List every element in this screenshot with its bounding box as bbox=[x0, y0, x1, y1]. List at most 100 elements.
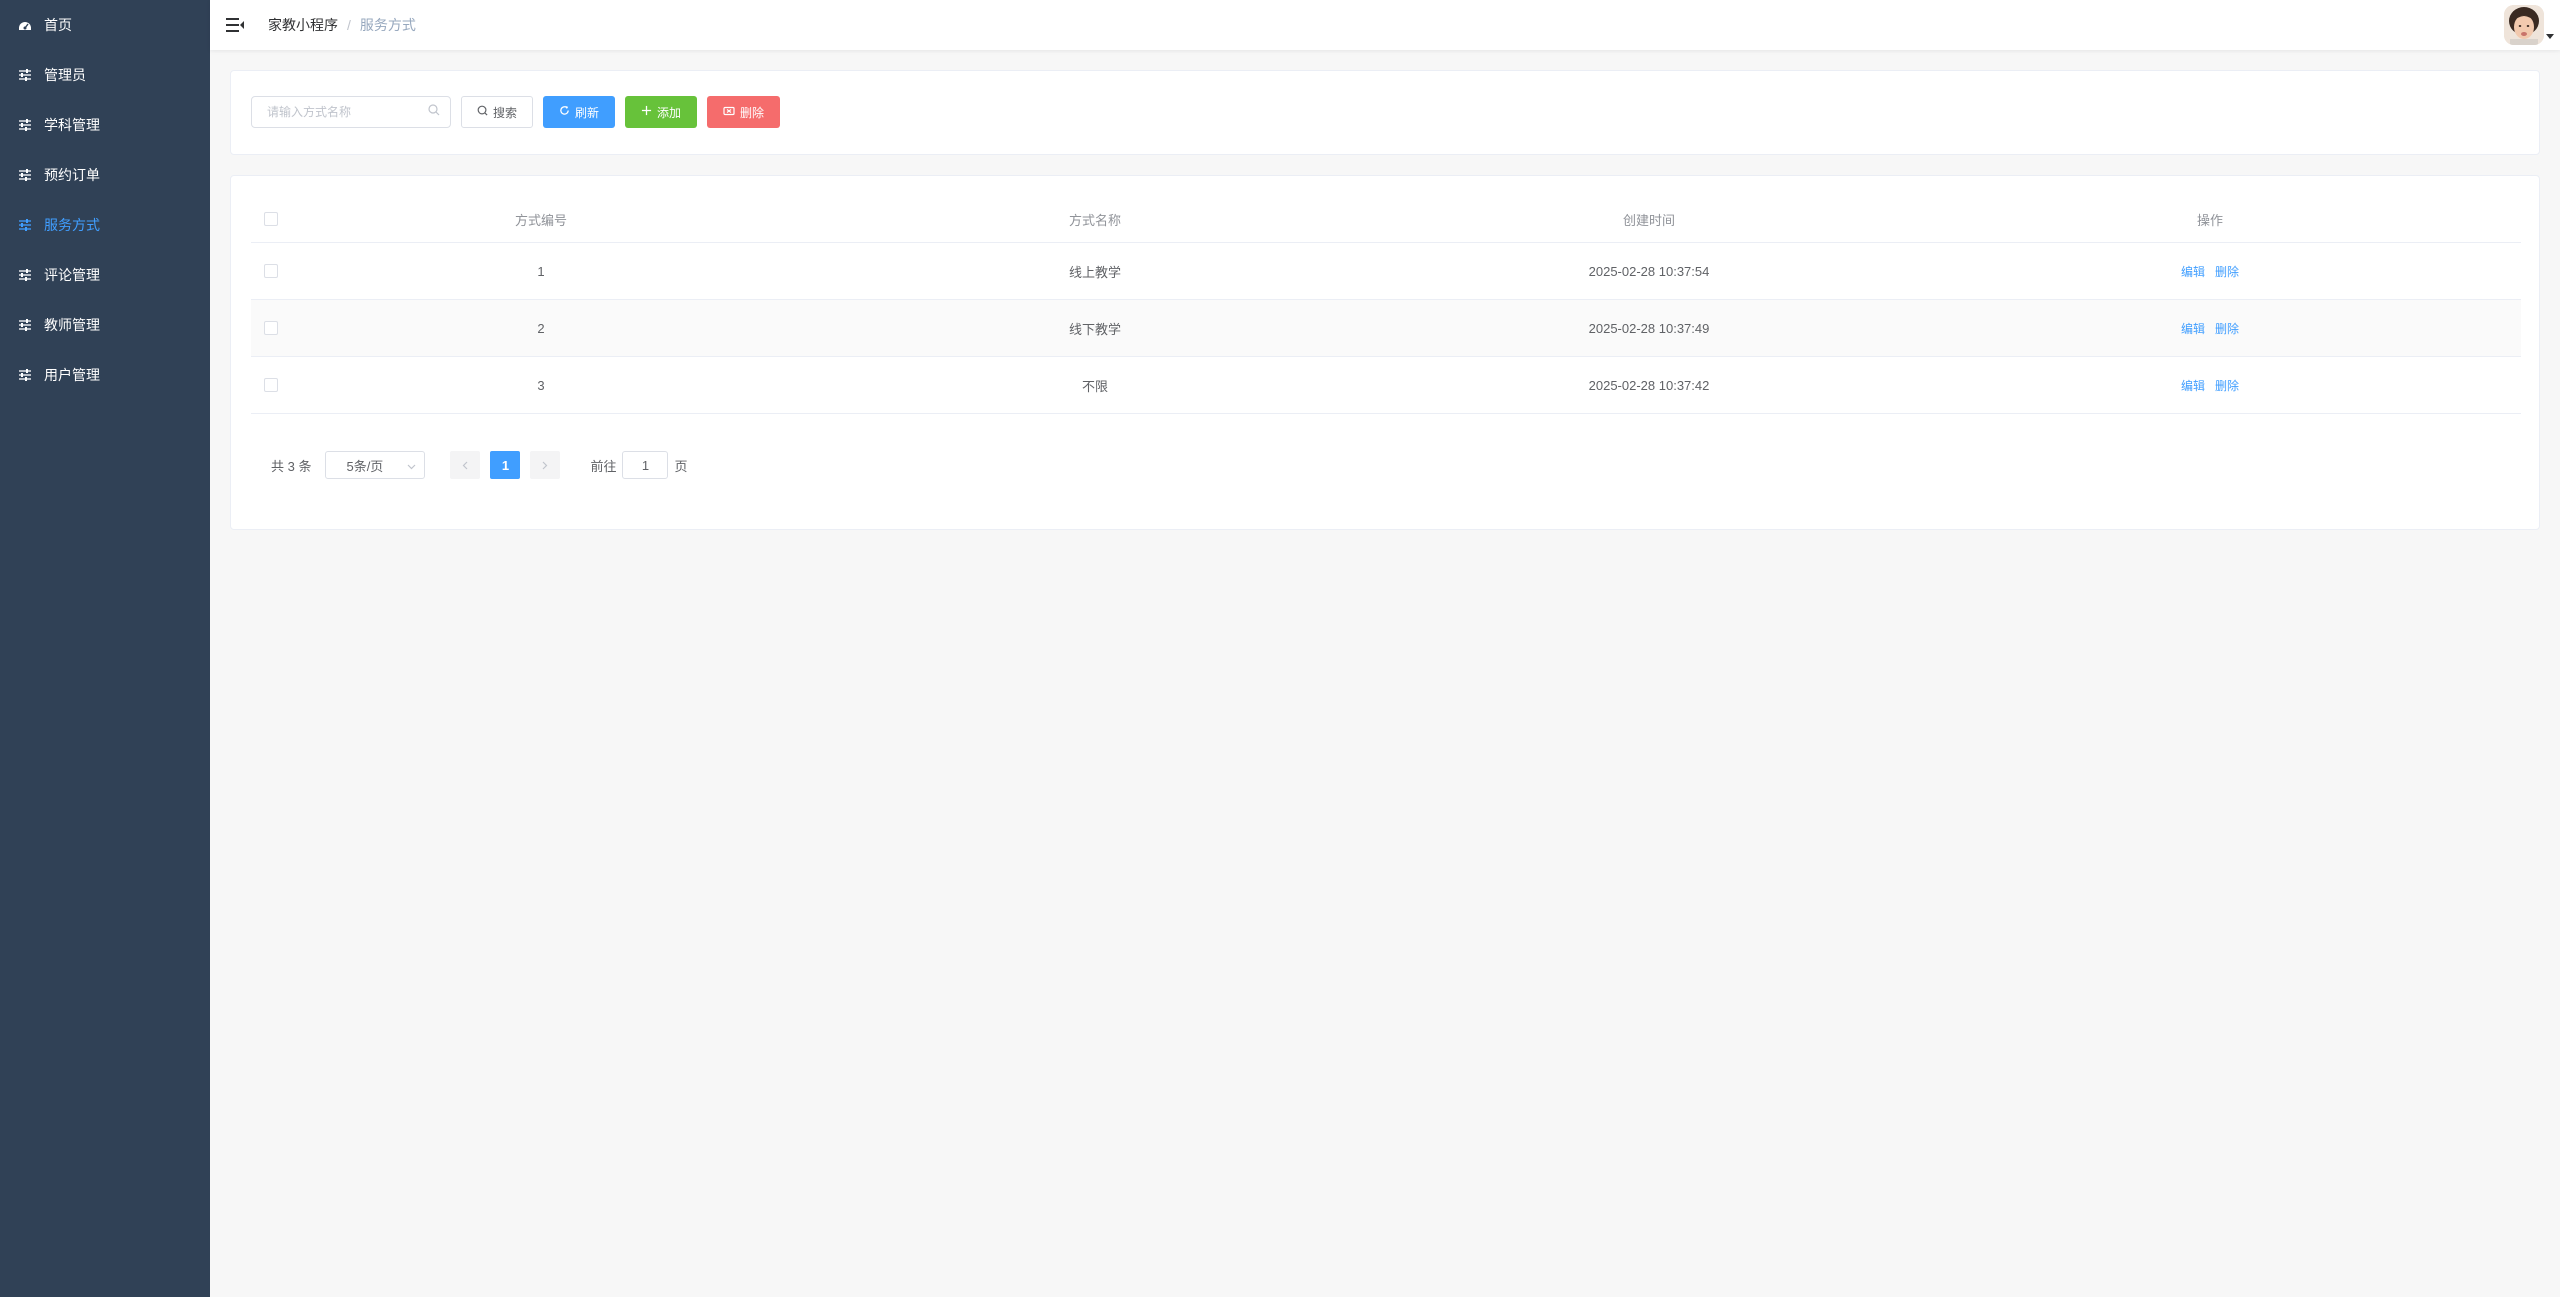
table-row: 1 线上教学 2025-02-28 10:37:54 编辑 删除 bbox=[251, 243, 2521, 300]
row-select-cell bbox=[251, 378, 291, 392]
sidebar-item-comments[interactable]: 评论管理 bbox=[0, 250, 210, 300]
column-header-id: 方式编号 bbox=[514, 212, 567, 228]
select-all-cell bbox=[251, 212, 291, 226]
sidebar-item-label: 用户管理 bbox=[44, 367, 100, 383]
goto-page-input[interactable] bbox=[622, 451, 669, 479]
delete-link[interactable]: 删除 bbox=[2215, 263, 2239, 280]
table-header: 方式编号 方式名称 创建时间 操作 bbox=[251, 196, 2521, 243]
page-jumper: 前往 页 bbox=[590, 451, 688, 479]
page-suffix-label: 页 bbox=[674, 458, 688, 474]
dashboard-icon bbox=[18, 18, 32, 32]
column-header-name: 方式名称 bbox=[1068, 212, 1121, 228]
sidebar-item-subjects[interactable]: 学科管理 bbox=[0, 100, 210, 150]
sliders-icon bbox=[18, 268, 32, 282]
top-navbar: 家教小程序 / 服务方式 bbox=[210, 0, 2560, 50]
row-select-cell bbox=[251, 321, 291, 335]
delete-link[interactable]: 删除 bbox=[2215, 320, 2239, 337]
chevron-left-icon bbox=[462, 458, 468, 473]
sidebar-item-home[interactable]: 首页 bbox=[0, 0, 210, 50]
refresh-button-label: 刷新 bbox=[575, 105, 600, 120]
refresh-icon bbox=[559, 105, 575, 119]
row-checkbox[interactable] bbox=[264, 378, 278, 392]
delete-button-label: 删除 bbox=[740, 105, 765, 120]
page-number-current[interactable]: 1 bbox=[490, 451, 521, 479]
sliders-icon bbox=[18, 318, 32, 332]
sliders-icon bbox=[18, 218, 32, 232]
edit-link[interactable]: 编辑 bbox=[2181, 263, 2205, 280]
sliders-icon bbox=[18, 368, 32, 382]
sidebar-item-orders[interactable]: 预约订单 bbox=[0, 150, 210, 200]
sidebar-item-service-modes[interactable]: 服务方式 bbox=[0, 200, 210, 250]
search-button-label: 搜索 bbox=[493, 105, 518, 120]
cell-id: 2 bbox=[537, 320, 545, 336]
column-header-created: 创建时间 bbox=[1622, 212, 1675, 228]
add-button[interactable]: 添加 bbox=[625, 96, 698, 128]
chevron-right-icon bbox=[542, 458, 548, 473]
edit-link[interactable]: 编辑 bbox=[2181, 320, 2205, 337]
breadcrumb-current: 服务方式 bbox=[359, 17, 416, 33]
sidebar-item-users[interactable]: 用户管理 bbox=[0, 350, 210, 400]
breadcrumb-root[interactable]: 家教小程序 bbox=[268, 15, 338, 35]
sidebar-item-label: 学科管理 bbox=[44, 117, 100, 133]
table-row: 2 线下教学 2025-02-28 10:37:49 编辑 删除 bbox=[251, 300, 2521, 357]
prev-page-button[interactable] bbox=[450, 451, 481, 479]
search-icon bbox=[477, 105, 493, 119]
search-panel: 搜索 刷新 添加 删除 bbox=[230, 70, 2540, 155]
cell-name: 不限 bbox=[1081, 378, 1108, 394]
row-select-cell bbox=[251, 264, 291, 278]
sidebar-item-label: 首页 bbox=[44, 17, 72, 33]
sidebar-item-label: 评论管理 bbox=[44, 267, 100, 283]
data-table: 方式编号 方式名称 创建时间 操作 1 线上教学 2025-02-28 10:3… bbox=[251, 196, 2521, 414]
sidebar-item-label: 管理员 bbox=[44, 67, 86, 83]
sidebar-item-label: 服务方式 bbox=[44, 217, 100, 233]
add-button-label: 添加 bbox=[657, 105, 682, 120]
row-checkbox[interactable] bbox=[264, 264, 278, 278]
cell-id: 1 bbox=[537, 263, 545, 279]
cell-actions: 编辑 删除 bbox=[1899, 263, 2521, 280]
select-all-checkbox[interactable] bbox=[264, 212, 278, 226]
cell-id: 3 bbox=[537, 377, 545, 393]
cell-actions: 编辑 删除 bbox=[1899, 320, 2521, 337]
search-icon[interactable] bbox=[428, 103, 440, 121]
sidebar-item-label: 教师管理 bbox=[44, 317, 100, 333]
caret-down-icon[interactable] bbox=[2546, 33, 2554, 39]
cell-created: 2025-02-28 10:37:42 bbox=[1588, 377, 1710, 393]
search-input[interactable] bbox=[267, 105, 428, 119]
sidebar-item-label: 预约订单 bbox=[44, 167, 100, 183]
row-checkbox[interactable] bbox=[264, 321, 278, 335]
sidebar-item-admin[interactable]: 管理员 bbox=[0, 50, 210, 100]
refresh-button[interactable]: 刷新 bbox=[543, 96, 616, 128]
user-menu[interactable] bbox=[2504, 0, 2560, 50]
goto-label: 前往 bbox=[590, 458, 617, 474]
avatar[interactable] bbox=[2504, 5, 2544, 45]
sliders-icon bbox=[18, 68, 32, 82]
batch-delete-button[interactable]: 删除 bbox=[707, 96, 781, 128]
chevron-down-icon bbox=[407, 458, 416, 473]
search-field[interactable] bbox=[251, 96, 451, 128]
page-size-value: 5条/页 bbox=[346, 458, 384, 474]
page-size-select[interactable]: 5条/页 bbox=[325, 451, 426, 479]
cell-name: 线上教学 bbox=[1068, 264, 1121, 280]
breadcrumb: 家教小程序 / 服务方式 bbox=[268, 15, 416, 35]
delete-icon bbox=[723, 105, 740, 119]
plus-icon bbox=[641, 105, 657, 119]
cell-created: 2025-02-28 10:37:54 bbox=[1588, 263, 1710, 279]
column-header-actions: 操作 bbox=[2196, 212, 2223, 228]
breadcrumb-separator: / bbox=[347, 17, 351, 33]
sidebar-item-teachers[interactable]: 教师管理 bbox=[0, 300, 210, 350]
table-panel: 方式编号 方式名称 创建时间 操作 1 线上教学 2025-02-28 10:3… bbox=[230, 175, 2540, 530]
cell-created: 2025-02-28 10:37:49 bbox=[1588, 320, 1710, 336]
pagination: 共 3 条 5条/页 1 前往 页 bbox=[271, 451, 688, 479]
hamburger-menu-icon[interactable] bbox=[226, 16, 244, 34]
pagination-total: 共 3 条 bbox=[271, 458, 312, 474]
sliders-icon bbox=[18, 168, 32, 182]
edit-link[interactable]: 编辑 bbox=[2181, 377, 2205, 394]
next-page-button[interactable] bbox=[530, 451, 561, 479]
search-button[interactable]: 搜索 bbox=[461, 96, 534, 128]
cell-actions: 编辑 删除 bbox=[1899, 377, 2521, 394]
table-row: 3 不限 2025-02-28 10:37:42 编辑 删除 bbox=[251, 357, 2521, 414]
toolbar: 搜索 刷新 添加 删除 bbox=[251, 96, 781, 128]
sidebar: 首页 管理员 学科管理 预约订单 服务方式 评论管理 教师管理 用户管理 bbox=[0, 0, 210, 1297]
sliders-icon bbox=[18, 118, 32, 132]
delete-link[interactable]: 删除 bbox=[2215, 377, 2239, 394]
